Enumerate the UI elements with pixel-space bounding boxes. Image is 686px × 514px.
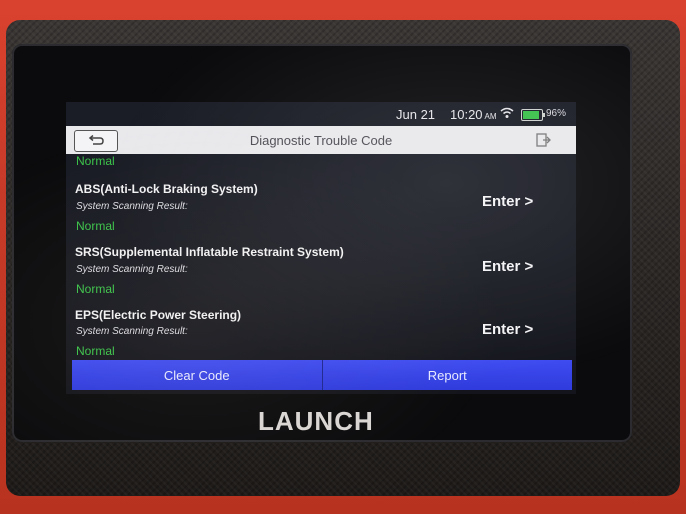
eps-enter-button[interactable]: Enter > [482,321,533,338]
status-date: Jun 21 [396,107,436,122]
srs-result-label: System Scanning Result: [76,264,188,275]
page-title: Diagnostic Trouble Code [249,133,393,148]
action-bar: Clear Code Report [72,360,572,390]
srs-enter-button[interactable]: Enter > [482,258,533,275]
eps-status: Normal [76,344,115,358]
srs-system-name: SRS(Supplemental Inflatable Restraint Sy… [75,245,344,259]
abs-system-name: ABS(Anti-Lock Braking System) [75,182,258,196]
status-ampm: AM [484,112,497,121]
export-icon [536,133,551,147]
abs-status: Normal [76,219,115,233]
title-bar: Diagnostic Trouble Code [66,126,576,154]
status-time-value: 10:20 [450,107,483,122]
abs-result-label: System Scanning Result: [76,201,188,212]
status-bar: Jun 21 10:20 AM 96% [66,102,576,126]
partial-system-status: Normal [76,154,115,168]
battery-percent: 96% [546,108,567,119]
brand-logo: LAUNCH [258,406,374,436]
eps-system-name: EPS(Electric Power Steering) [75,308,242,322]
abs-enter-button[interactable]: Enter > [482,193,533,210]
wifi-icon [500,107,514,118]
report-button[interactable]: Report [321,360,572,390]
screen: Jun 21 10:20 AM 96% Diagnostic Trouble Co… [66,102,576,394]
export-button[interactable] [520,130,566,150]
srs-status: Normal [76,282,115,296]
battery-icon [521,109,545,121]
status-time: 10:20 AM [450,107,497,122]
eps-result-label: System Scanning Result: [76,326,188,337]
clear-code-button[interactable]: Clear Code [72,360,322,390]
